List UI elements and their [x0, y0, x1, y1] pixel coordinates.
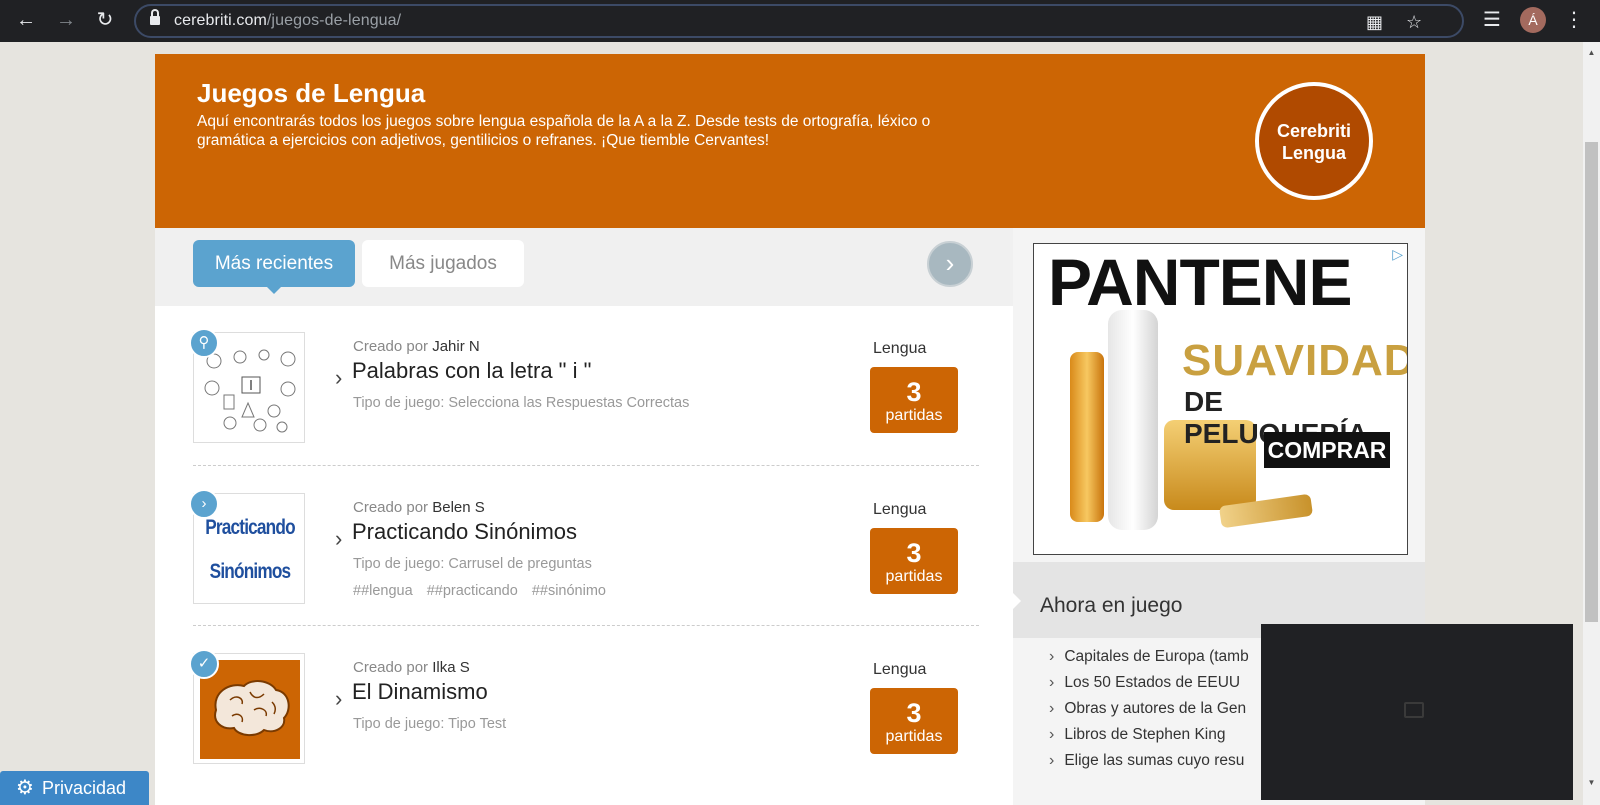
chevron-right-icon: ›	[1049, 752, 1055, 769]
site-content: Juegos de Lengua Aquí encontrarás todos …	[155, 54, 1425, 805]
ad-brand: PANTENE	[1048, 245, 1352, 319]
game-category[interactable]: Lengua	[873, 661, 926, 679]
scroll-down-icon[interactable]: ▼	[1586, 778, 1597, 787]
category-header: Juegos de Lengua Aquí encontrarás todos …	[155, 54, 1425, 228]
game-title[interactable]: Palabras con la letra " i "	[352, 358, 591, 384]
chevron-right-icon: ›	[1049, 700, 1055, 717]
adchoices-icon[interactable]: ▷	[1392, 246, 1403, 263]
thumb-text-2: Sinónimos	[209, 560, 291, 583]
menu-kebab-icon[interactable]: ⋮	[1560, 6, 1588, 34]
page-scrollbar[interactable]: ▲ ▼	[1583, 42, 1600, 805]
gear-icon: ⚙	[16, 777, 34, 799]
game-category[interactable]: Lengua	[873, 501, 926, 519]
plays-count: 3 partidas	[870, 688, 958, 754]
forward-icon[interactable]: →	[52, 6, 80, 34]
game-category[interactable]: Lengua	[873, 340, 926, 358]
plays-count: 3 partidas	[870, 367, 958, 433]
bookmark-star-icon[interactable]: ☆	[1406, 11, 1422, 33]
lock-icon	[150, 9, 160, 26]
avatar[interactable]: Á	[1520, 7, 1546, 33]
url-text[interactable]: cerebriti.com/juegos-de-lengua/	[174, 12, 401, 30]
privacy-button[interactable]: ⚙ Privacidad	[0, 771, 149, 805]
chevron-right-icon: ›	[189, 489, 219, 519]
media-queue-icon[interactable]: ☰	[1478, 6, 1506, 34]
chevron-right-icon: ›	[335, 686, 343, 711]
search-icon: ⚲	[189, 328, 219, 358]
tag[interactable]: ##sinónimo	[532, 583, 606, 599]
chevron-right-icon: ›	[1049, 648, 1055, 665]
game-item[interactable]: ✓ › Creado por Ilka S El Dinamismo Tipo …	[189, 627, 979, 787]
game-title[interactable]: El Dinamismo	[352, 679, 488, 705]
creator-name[interactable]: Jahir N	[432, 338, 480, 355]
thumb-text-1: Practicando	[205, 516, 295, 539]
scroll-up-icon[interactable]: ▲	[1586, 48, 1597, 57]
check-icon: ✓	[189, 649, 219, 679]
game-type: Tipo de juego: Selecciona las Respuestas…	[353, 395, 690, 411]
game-title[interactable]: Practicando Sinónimos	[352, 519, 577, 545]
game-item[interactable]: Practicando Sinónimos › › Creado por Bel…	[189, 467, 979, 627]
category-badge[interactable]: Cerebriti Lengua	[1255, 82, 1373, 200]
tab-mas-recientes[interactable]: Más recientes	[193, 240, 355, 294]
creator-name[interactable]: Ilka S	[432, 659, 470, 676]
badge-line-1: Cerebriti	[1276, 121, 1352, 141]
badge-line-2: Lengua	[1281, 143, 1346, 163]
game-tags: ##lengua ##practicando ##sinónimo	[353, 583, 616, 599]
ad-headline: SUAVIDAD	[1182, 336, 1408, 385]
plays-count: 3 partidas	[870, 528, 958, 594]
chevron-right-icon: ›	[335, 365, 343, 390]
app-grid-icon[interactable]: ▦	[1366, 11, 1383, 33]
now-playing-title: Ahora en juego	[1040, 594, 1183, 617]
creator-name[interactable]: Belen S	[432, 499, 485, 516]
tag[interactable]: ##lengua	[353, 583, 413, 599]
game-creator: Creado por Jahir N	[353, 338, 480, 355]
category-description: Aquí encontrarás todos los juegos sobre …	[197, 113, 931, 149]
chevron-right-icon: ›	[1049, 726, 1055, 743]
browser-toolbar: ← → ↻ cerebriti.com/juegos-de-lengua/ ▦ …	[0, 0, 1600, 42]
next-arrow-icon[interactable]: ›	[927, 241, 973, 287]
tabs-bar: Más recientes Más jugados ›	[155, 228, 1013, 306]
tab-mas-jugados[interactable]: Más jugados	[362, 240, 524, 287]
game-type: Tipo de juego: Tipo Test	[353, 716, 507, 732]
oil-bottle-image	[1070, 352, 1104, 522]
address-bar[interactable]: cerebriti.com/juegos-de-lengua/ ▦ ☆	[134, 4, 1464, 38]
games-list: Más recientes Más jugados › ⚲ › Creado p…	[155, 228, 1013, 805]
chevron-right-icon: ›	[335, 526, 343, 551]
back-icon[interactable]: ←	[12, 6, 40, 34]
ad-buy-button[interactable]: COMPRAR	[1264, 432, 1390, 468]
divider	[193, 465, 979, 466]
floating-video-player[interactable]	[1261, 624, 1573, 800]
game-creator: Creado por Belen S	[353, 499, 485, 516]
reload-icon[interactable]: ↻	[91, 6, 119, 34]
divider	[193, 625, 979, 626]
game-creator: Creado por Ilka S	[353, 659, 470, 676]
privacy-label: Privacidad	[42, 778, 127, 798]
chevron-right-icon: ›	[1049, 674, 1055, 691]
tag[interactable]: ##practicando	[427, 583, 518, 599]
scroll-thumb[interactable]	[1585, 142, 1598, 622]
pantene-ad[interactable]: PANTENE ▷ SUAVIDAD DE PELUQUERÍA COMPRAR	[1033, 243, 1408, 555]
shampoo-bottle-image	[1108, 310, 1158, 530]
picture-in-picture-icon[interactable]	[1404, 702, 1424, 718]
page-title: Juegos de Lengua	[197, 78, 426, 108]
game-item[interactable]: ⚲ › Creado por Jahir N Palabras con la l…	[189, 306, 979, 466]
game-type: Tipo de juego: Carrusel de preguntas	[353, 556, 592, 572]
